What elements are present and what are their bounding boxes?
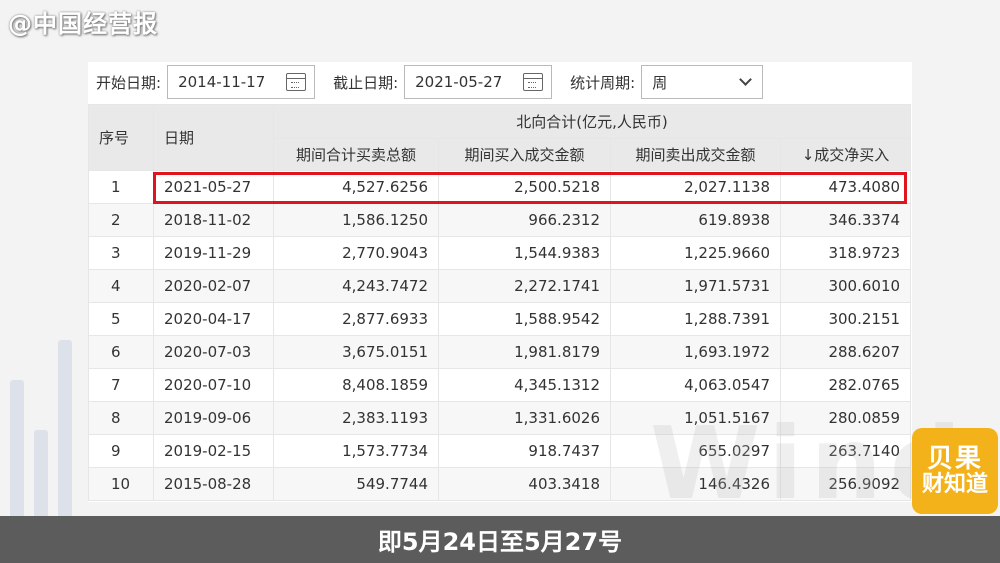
- filter-bar: 开始日期: 2014-11-17 截止日期: 2021-05-27 统计周期: …: [88, 62, 912, 102]
- column-header-sell-turnover[interactable]: 期间卖出成交金额: [610, 138, 781, 171]
- table-row[interactable]: 8 2019-09-06 2,383.1193 1,331.6026 1,051.516…: [88, 401, 912, 435]
- source-watermark: @中国经营报: [8, 10, 158, 38]
- row-date: 2019-11-29: [153, 236, 274, 270]
- row-sell-turnover: 1,051.5167: [610, 401, 781, 435]
- row-total-turnover: 4,527.6256: [273, 170, 439, 204]
- row-total-turnover: 549.7744: [273, 467, 439, 501]
- row-net-buy: 280.0859: [779, 401, 912, 435]
- row-net-buy: 256.9092: [779, 467, 912, 501]
- row-index: 3: [88, 236, 154, 270]
- row-total-turnover: 3,675.0151: [273, 335, 439, 369]
- row-net-buy: 473.4080: [779, 170, 912, 204]
- row-date: 2019-02-15: [153, 434, 274, 468]
- brand-logo: 贝果 财知道: [912, 428, 998, 514]
- row-sell-turnover: 619.8938: [610, 203, 781, 237]
- row-net-buy: 288.6207: [779, 335, 912, 369]
- end-date-label: 截止日期:: [333, 73, 399, 92]
- row-net-buy: 300.2151: [779, 302, 912, 336]
- subtitle-caption: 即5月24日至5月27号: [0, 516, 1000, 563]
- row-date: 2021-05-27: [153, 170, 274, 204]
- row-buy-turnover: 966.2312: [438, 203, 611, 237]
- table-row[interactable]: 3 2019-11-29 2,770.9043 1,544.9383 1,225.966…: [88, 236, 912, 270]
- logo-line-1: 贝果: [926, 443, 983, 474]
- row-index: 7: [88, 368, 154, 402]
- row-index: 4: [88, 269, 154, 303]
- row-date: 2020-07-10: [153, 368, 274, 402]
- row-index: 8: [88, 401, 154, 435]
- start-date-label: 开始日期:: [96, 73, 162, 92]
- column-header-buy-turnover[interactable]: 期间买入成交金额: [438, 138, 611, 171]
- row-sell-turnover: 1,288.7391: [610, 302, 781, 336]
- row-net-buy: 300.6010: [779, 269, 912, 303]
- start-date-value: 2014-11-17: [178, 73, 266, 91]
- row-sell-turnover: 146.4326: [610, 467, 781, 501]
- row-index: 2: [88, 203, 154, 237]
- column-header-net-buy-sorted[interactable]: ↓成交净买入: [779, 138, 912, 171]
- row-total-turnover: 2,770.9043: [273, 236, 439, 270]
- row-total-turnover: 1,586.1250: [273, 203, 439, 237]
- row-date: 2020-04-17: [153, 302, 274, 336]
- row-total-turnover: 1,573.7734: [273, 434, 439, 468]
- row-index: 1: [88, 170, 154, 204]
- column-header-date[interactable]: 日期: [153, 104, 274, 171]
- row-buy-turnover: 2,272.1741: [438, 269, 611, 303]
- row-net-buy: 318.9723: [779, 236, 912, 270]
- period-value: 周: [652, 73, 668, 92]
- row-buy-turnover: 1,544.9383: [438, 236, 611, 270]
- chevron-down-icon: [739, 73, 753, 86]
- row-sell-turnover: 4,063.0547: [610, 368, 781, 402]
- row-buy-turnover: 1,331.6026: [438, 401, 611, 435]
- table-row[interactable]: 6 2020-07-03 3,675.0151 1,981.8179 1,693.197…: [88, 335, 912, 369]
- row-date: 2020-02-07: [153, 269, 274, 303]
- row-date: 2020-07-03: [153, 335, 274, 369]
- row-net-buy: 346.3374: [779, 203, 912, 237]
- logo-line-2: 财知道: [921, 472, 988, 498]
- table-row[interactable]: 4 2020-02-07 4,243.7472 2,272.1741 1,971.573…: [88, 269, 912, 303]
- row-buy-turnover: 403.3418: [438, 467, 611, 501]
- row-buy-turnover: 2,500.5218: [438, 170, 611, 204]
- row-date: 2019-09-06: [153, 401, 274, 435]
- table-row[interactable]: 9 2019-02-15 1,573.7734 918.7437 655.0297 263…: [88, 434, 912, 468]
- period-label: 统计周期:: [570, 73, 636, 92]
- row-net-buy: 282.0765: [779, 368, 912, 402]
- column-group-header: 北向合计(亿元,人民币): [272, 104, 912, 139]
- calendar-icon[interactable]: [286, 73, 307, 91]
- background-bars-decoration: [0, 300, 90, 520]
- row-sell-turnover: 2,027.1138: [610, 170, 781, 204]
- row-buy-turnover: 1,588.9542: [438, 302, 611, 336]
- row-total-turnover: 2,383.1193: [273, 401, 439, 435]
- row-sell-turnover: 1,693.1972: [610, 335, 781, 369]
- table-row[interactable]: 5 2020-04-17 2,877.6933 1,588.9542 1,288.739…: [88, 302, 912, 336]
- row-sell-turnover: 1,971.5731: [610, 269, 781, 303]
- row-total-turnover: 8,408.1859: [273, 368, 439, 402]
- northbound-flow-table: 序号 日期 北向合计(亿元,人民币) 期间合计买卖总额 期间买入成交金额 期间卖…: [88, 104, 912, 501]
- row-total-turnover: 4,243.7472: [273, 269, 439, 303]
- row-index: 9: [88, 434, 154, 468]
- table-row[interactable]: 1 2021-05-27 4,527.6256 2,500.5218 2,027.113…: [88, 170, 912, 204]
- end-date-input[interactable]: 2021-05-27: [404, 65, 553, 99]
- row-buy-turnover: 918.7437: [438, 434, 611, 468]
- row-total-turnover: 2,877.6933: [273, 302, 439, 336]
- row-sell-turnover: 655.0297: [610, 434, 781, 468]
- row-buy-turnover: 4,345.1312: [438, 368, 611, 402]
- row-index: 5: [88, 302, 154, 336]
- table-row[interactable]: 10 2015-08-28 549.7744 403.3418 146.4326 256.…: [88, 467, 912, 501]
- row-net-buy: 263.7140: [779, 434, 912, 468]
- data-panel: 开始日期: 2014-11-17 截止日期: 2021-05-27 统计周期: …: [88, 62, 912, 502]
- row-date: 2018-11-02: [153, 203, 274, 237]
- row-index: 10: [88, 467, 154, 501]
- period-select[interactable]: 周: [641, 65, 764, 99]
- table-row[interactable]: 7 2020-07-10 8,408.1859 4,345.1312 4,063.054…: [88, 368, 912, 402]
- row-index: 6: [88, 335, 154, 369]
- end-date-value: 2021-05-27: [415, 73, 503, 91]
- column-header-index[interactable]: 序号: [88, 104, 154, 171]
- row-buy-turnover: 1,981.8179: [438, 335, 611, 369]
- row-sell-turnover: 1,225.9660: [610, 236, 781, 270]
- column-header-total-turnover[interactable]: 期间合计买卖总额: [273, 138, 439, 171]
- start-date-input[interactable]: 2014-11-17: [167, 65, 316, 99]
- calendar-icon[interactable]: [523, 73, 544, 91]
- table-row[interactable]: 2 2018-11-02 1,586.1250 966.2312 619.8938 346…: [88, 203, 912, 237]
- row-date: 2015-08-28: [153, 467, 274, 501]
